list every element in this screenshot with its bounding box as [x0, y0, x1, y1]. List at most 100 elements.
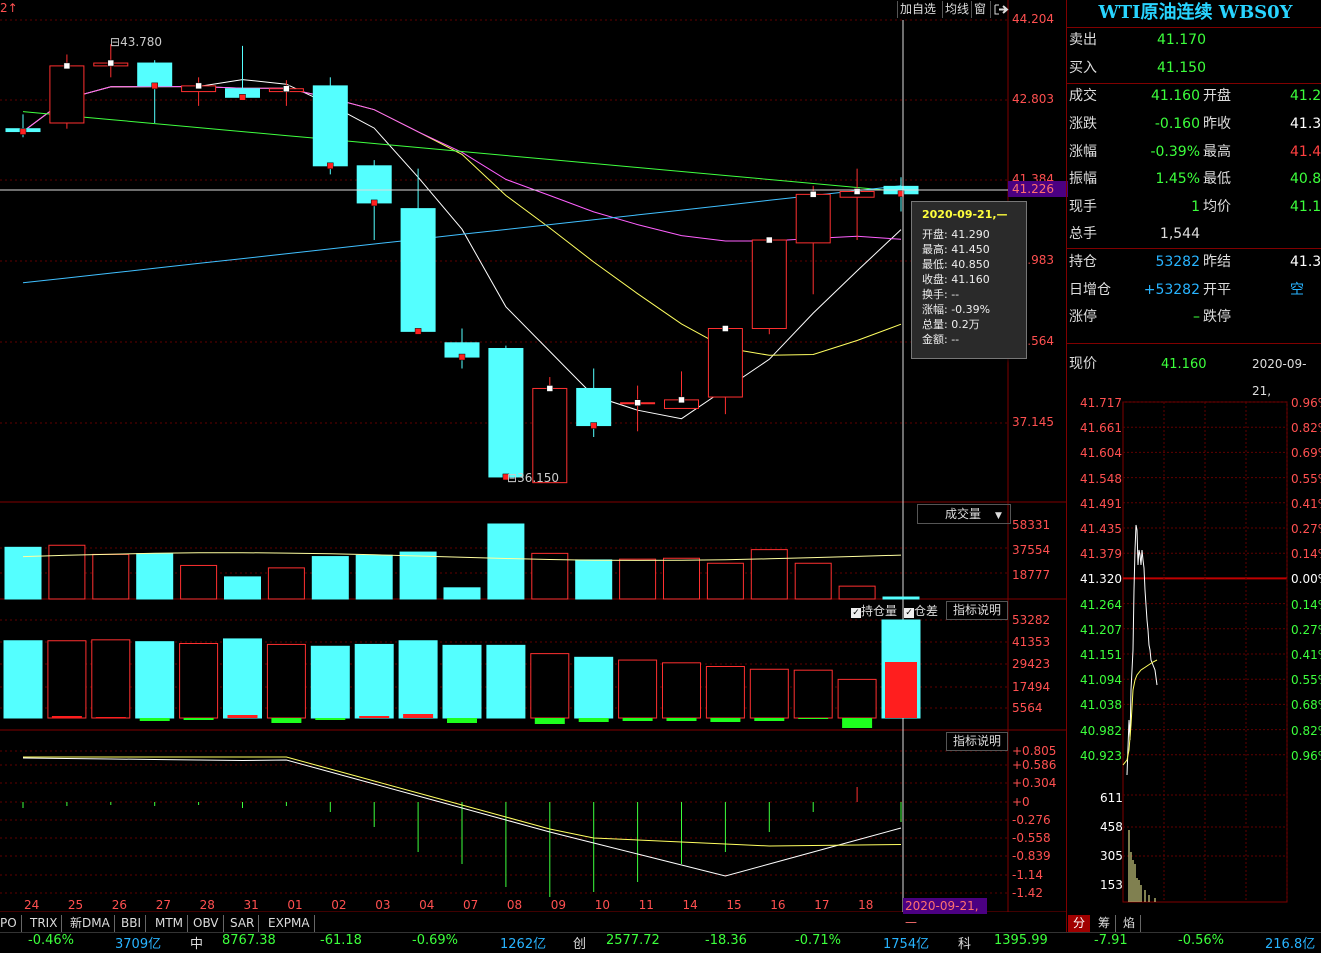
date-tick: 28: [199, 898, 215, 912]
date-cursor-tag: 2020-09-21,—: [903, 898, 987, 929]
volume-bar: [575, 559, 613, 600]
minute-price-tick: 40.982: [1080, 723, 1122, 738]
quote-label: 昨结: [1203, 254, 1231, 270]
quote-label: 日增仓: [1069, 282, 1111, 298]
add-watch-button[interactable]: 加自选: [897, 1, 938, 18]
exit-icon[interactable]: [990, 1, 1011, 18]
date-tick: 03: [375, 898, 391, 912]
close-marker: [327, 162, 334, 170]
oi-checkbox[interactable]: ✓持仓量: [851, 602, 897, 619]
sell-row: 卖出 41.170: [1069, 32, 1206, 48]
volume-selector[interactable]: 成交量 ▼: [917, 504, 1011, 524]
date-tick: 26: [111, 898, 128, 912]
status-item: 216.8亿: [1265, 937, 1316, 952]
status-item: -7.91: [1094, 933, 1128, 948]
volume-bar: [180, 564, 218, 600]
oi-change-bar: [95, 717, 126, 718]
tab-mtm[interactable]: MTM: [151, 915, 189, 932]
oi-change-bar: [666, 718, 697, 721]
oi-bar: [442, 644, 482, 719]
quote-row: 日增仓 +53282 开平 空: [1069, 277, 1321, 304]
status-item: -0.46%: [28, 933, 74, 948]
tab-sar[interactable]: SAR: [226, 915, 260, 932]
quote-value: 41.29: [1290, 88, 1321, 104]
quote-value: 1.45%: [1155, 171, 1200, 187]
volume-tick: 58331: [1012, 518, 1051, 532]
minute-volume-tick: 458: [1100, 820, 1123, 834]
tooltip-line: 总量: 0.2万: [922, 318, 980, 331]
price-tick: 37.145: [1012, 415, 1054, 429]
oi-change-bar: [842, 718, 873, 728]
quote-row: 振幅 1.45%最低 40.85: [1069, 166, 1321, 193]
volume-tick: 18777: [1012, 568, 1051, 582]
oi-change-bar: [403, 714, 434, 718]
tab-bbi[interactable]: BBI: [117, 915, 147, 932]
candle-body: [137, 62, 173, 87]
minute-tab-fen[interactable]: 分: [1068, 915, 1090, 932]
candle-body: [312, 85, 348, 167]
tab-obv[interactable]: OBV: [189, 915, 224, 932]
status-item: 1754亿: [883, 937, 930, 952]
candle-body: [751, 239, 787, 330]
minute-tab-yan[interactable]: 焰: [1118, 915, 1141, 932]
status-item: 2577.72: [606, 933, 660, 948]
oi-change-bar: [447, 718, 477, 723]
close-marker: [107, 59, 115, 67]
minute-tab-chou[interactable]: 筹: [1093, 915, 1116, 932]
window-button[interactable]: 窗: [971, 1, 988, 18]
volume-bar: [794, 562, 832, 600]
oi-diff-checkbox[interactable]: ✓仓差: [904, 602, 938, 619]
minute-pct-tick: 0.27%: [1291, 622, 1321, 637]
volume-bar: [619, 558, 657, 600]
minute-volume-tick: 305: [1100, 849, 1123, 863]
quote-value: 53282: [1155, 254, 1200, 270]
oi-change-bar: [315, 718, 346, 720]
oi-change-bar: [183, 718, 214, 720]
candle-body: [795, 193, 831, 244]
macd-explain-button[interactable]: 指标说明: [946, 732, 1008, 751]
status-item: -18.36: [705, 933, 747, 948]
quote-label: 持仓: [1069, 254, 1097, 270]
minute-price-tick: 40.923: [1080, 748, 1122, 763]
quote-row: 成交 41.160开盘 41.29: [1069, 83, 1321, 110]
oi-change-bar: [359, 716, 390, 718]
tab-trix[interactable]: TRIX: [26, 915, 63, 932]
tab-expma[interactable]: EXPMA: [264, 915, 315, 932]
oi-explain-button[interactable]: 指标说明: [946, 601, 1008, 620]
close-marker: [722, 325, 729, 332]
quote-label: 现手: [1069, 199, 1097, 215]
quote-value: 1: [1191, 199, 1200, 215]
date-tick: 24: [24, 898, 40, 912]
tooltip-line: 开盘: 41.290: [922, 228, 990, 241]
oi-bar: [135, 641, 175, 719]
quote-label: 跌停: [1203, 309, 1231, 325]
quote-value: 空: [1290, 282, 1304, 298]
quote-row: 涨停 – 跌停: [1069, 304, 1321, 331]
kline-chart[interactable]: [0, 0, 1066, 912]
candle-body: [532, 387, 568, 484]
volume-tick: 37554: [1012, 543, 1051, 557]
close-marker: [678, 396, 685, 404]
candle-body: [488, 347, 524, 478]
quote-value: -0.160: [1154, 116, 1200, 132]
kline-svg: [0, 0, 1066, 912]
tab-new-dma[interactable]: 新DMA: [66, 915, 115, 932]
volume-bar: [136, 553, 174, 600]
minute-volume-tick: 611: [1100, 791, 1123, 805]
volume-bar: [92, 553, 130, 600]
low-marker: ⊟36.150: [507, 471, 560, 485]
macd-tick: -1.42: [1012, 886, 1044, 900]
oi-bar: [266, 643, 306, 719]
tooltip-line: 收盘: 41.160: [922, 273, 990, 286]
minute-volume-tick: 153: [1100, 878, 1123, 892]
buy-row: 买入 41.150: [1069, 60, 1206, 76]
minute-pct-tick: 0.27%: [1291, 522, 1321, 536]
tab-po[interactable]: PO: [0, 915, 22, 932]
date-tick: 14: [682, 898, 698, 912]
quote-label: 涨幅: [1069, 144, 1097, 160]
ma-button[interactable]: 均线: [942, 1, 971, 18]
quote-label: 总手: [1069, 226, 1097, 242]
quote-label: 开平: [1203, 282, 1231, 298]
quote-row: 涨跌 -0.160昨收 41.32: [1069, 111, 1321, 138]
oi-change-bar: [754, 718, 785, 721]
